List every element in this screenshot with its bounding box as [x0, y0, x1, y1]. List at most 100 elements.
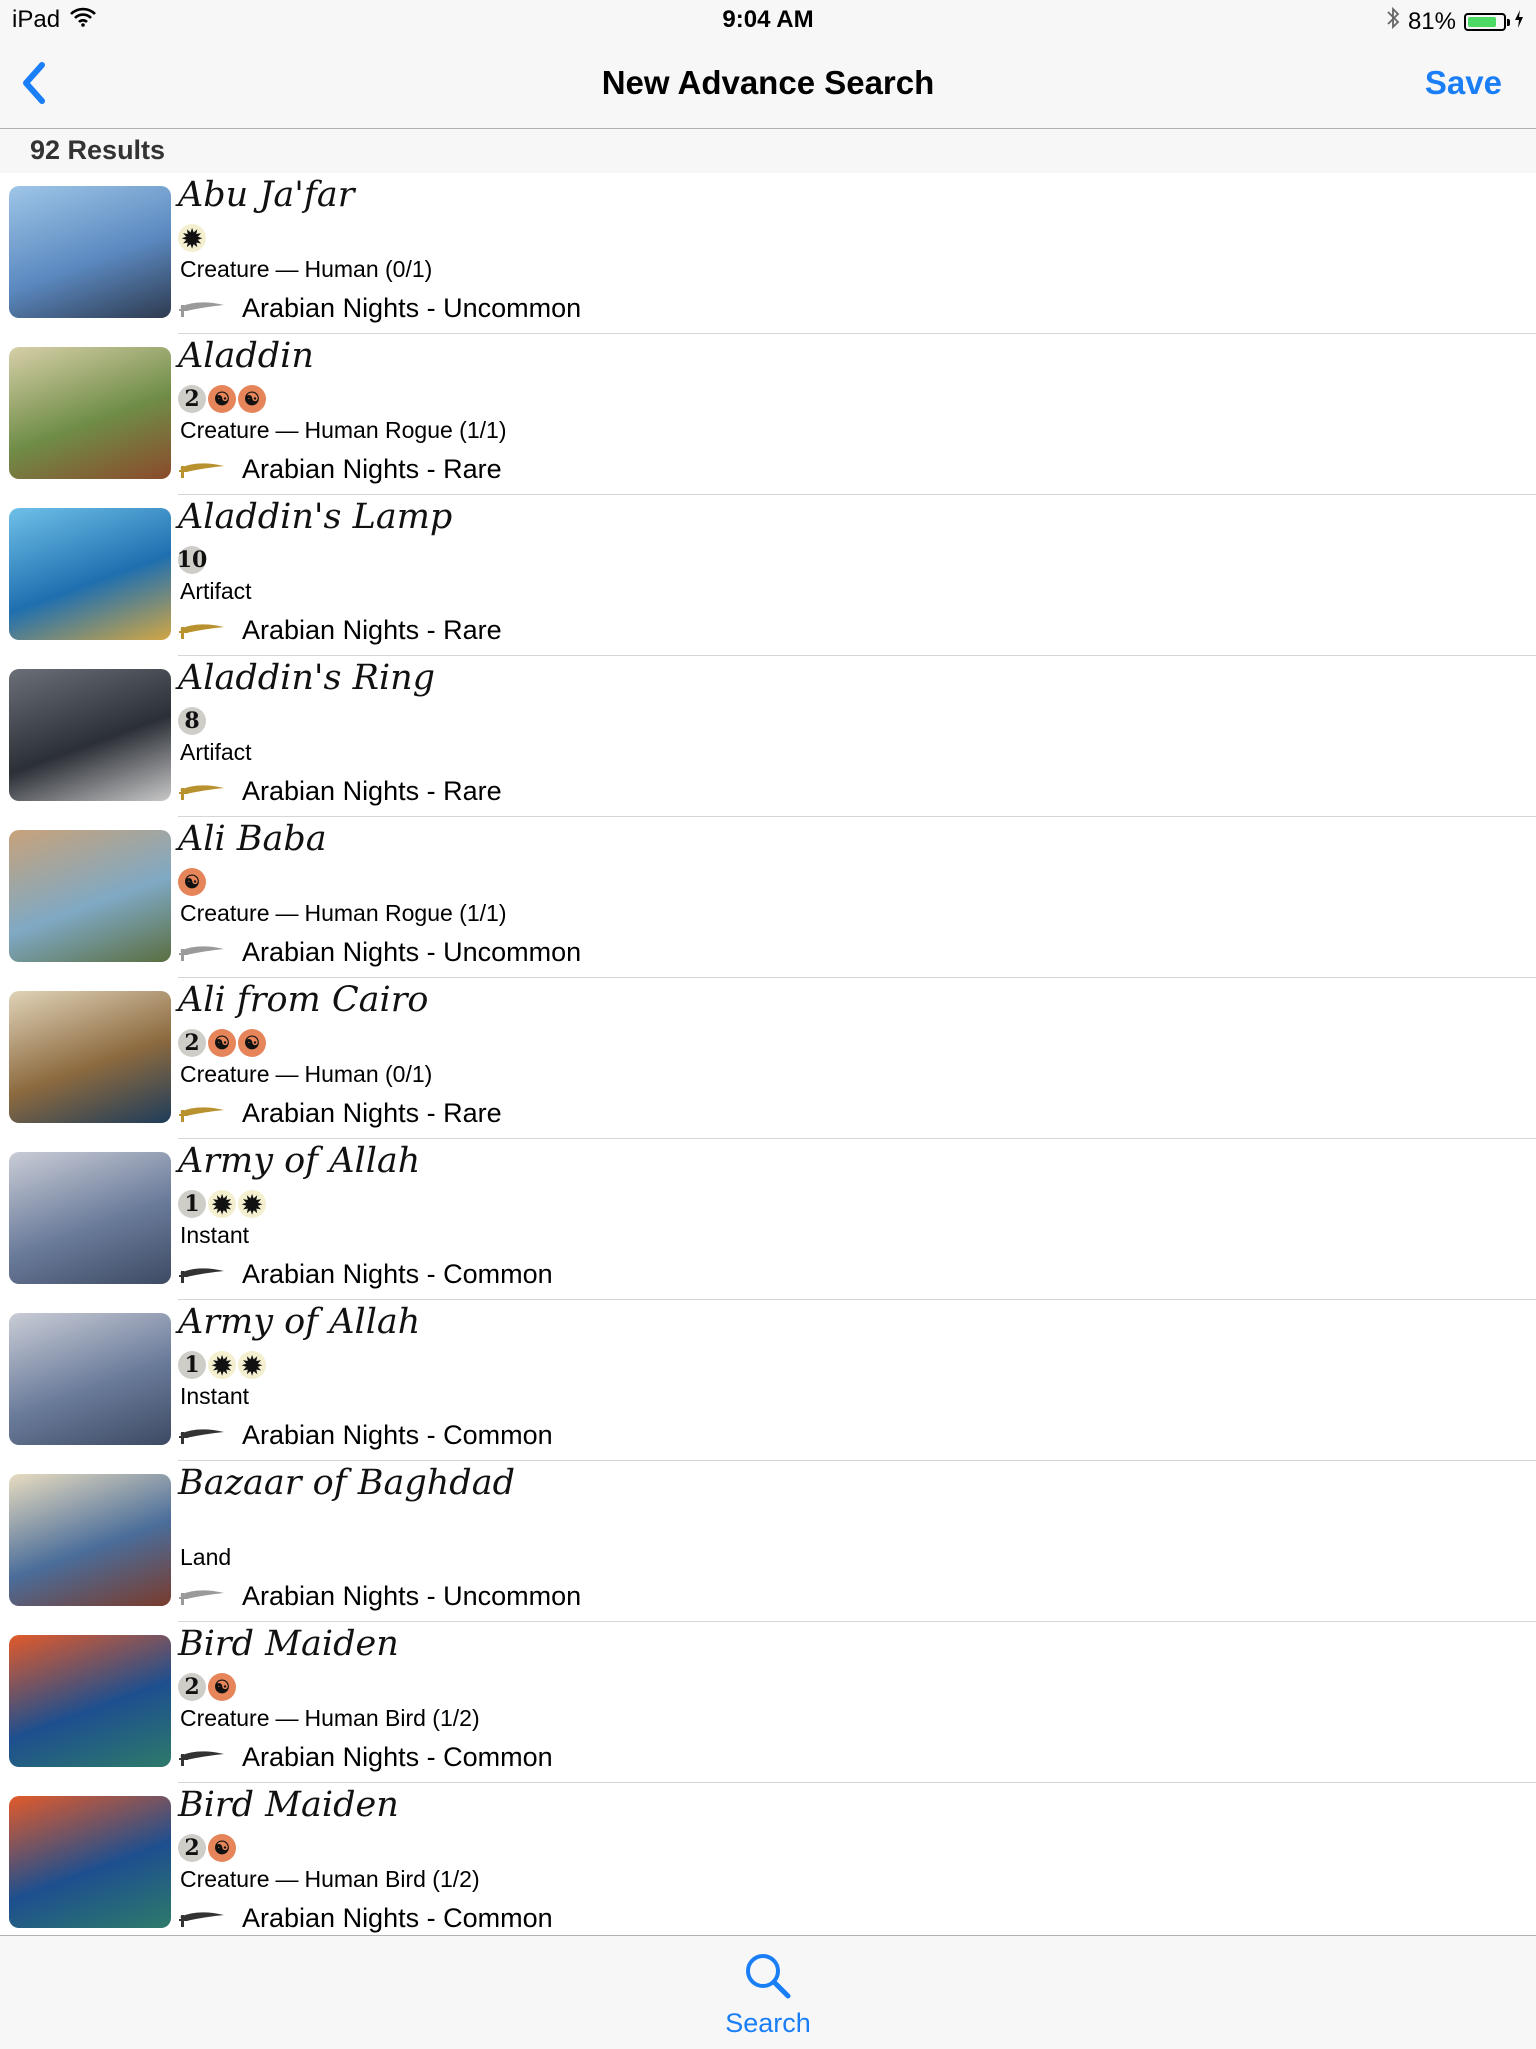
set-line: Arabian Nights - Rare	[178, 776, 502, 807]
gold-scimitar-icon	[178, 1102, 226, 1126]
red-mana-icon: ☯	[238, 385, 266, 413]
list-item[interactable]: Ali Baba ☯ Creature — Human Rogue (1/1) Arabi…	[9, 817, 1536, 978]
generic-mana-symbol: 10	[176, 546, 208, 574]
card-type: Creature	[180, 417, 270, 443]
card-subtype: Human (0/1)	[304, 1061, 433, 1087]
set-rarity: Arabian Nights - Rare	[242, 454, 502, 484]
tab-bar: Search	[0, 1935, 1536, 2049]
page-title: New Advance Search	[601, 64, 935, 101]
gold-scimitar-icon	[178, 780, 226, 804]
card-name: Aladdin's Lamp	[178, 497, 453, 537]
type-separator: —	[275, 256, 299, 282]
set-rarity: Arabian Nights - Rare	[242, 1098, 502, 1128]
list-item[interactable]: Abu Ja'far ✹ Creature — Human (0/1) Arabian N…	[9, 173, 1536, 334]
type-line: Instant	[180, 1222, 249, 1249]
card-name: Bird Maiden	[178, 1785, 399, 1825]
save-button[interactable]: Save	[1425, 64, 1502, 102]
red-mana-icon: ☯	[208, 1029, 236, 1057]
type-line: Creature — Human Rogue (1/1)	[180, 417, 506, 444]
list-item[interactable]: Bird Maiden 2 ☯ Creature — Human Bird (1/2) Ar…	[9, 1783, 1536, 1935]
search-icon	[746, 1954, 791, 1999]
list-item[interactable]: Ali from Cairo 2 ☯ ☯ Creature — Human (0/1) Ara…	[9, 978, 1536, 1139]
set-rarity: Arabian Nights - Uncommon	[242, 293, 582, 323]
card-name: Ali Baba	[178, 819, 327, 859]
set-rarity: Arabian Nights - Rare	[242, 776, 502, 806]
card-art-thumbnail	[9, 347, 171, 479]
white-mana-icon: ✹	[208, 1351, 236, 1380]
status-time: 9:04 AM	[722, 6, 814, 33]
battery-icon	[1464, 12, 1510, 31]
set-line: Arabian Nights - Uncommon	[178, 293, 581, 324]
card-type: Creature	[180, 1705, 270, 1731]
card-subtype: Human Rogue (1/1)	[304, 900, 507, 926]
mana-cost: ☯	[178, 865, 206, 899]
red-mana-icon: ☯	[208, 1673, 236, 1701]
card-art-thumbnail	[9, 669, 171, 801]
card-name: Abu Ja'far	[178, 175, 355, 215]
type-line: Creature — Human Bird (1/2)	[180, 1705, 480, 1732]
black-scimitar-icon	[178, 1263, 226, 1287]
mana-cost: 1 ✹ ✹	[178, 1348, 266, 1382]
card-subtype: Human (0/1)	[304, 256, 433, 282]
card-type: Creature	[180, 256, 270, 282]
generic-mana-symbol: 1	[178, 1190, 206, 1218]
results-count: 92 Results	[30, 135, 166, 165]
set-line: Arabian Nights - Common	[178, 1259, 553, 1290]
gold-scimitar-icon	[178, 458, 226, 482]
battery-percent: 81%	[1407, 7, 1456, 35]
card-art-thumbnail	[9, 1635, 171, 1767]
type-line: Artifact	[180, 578, 252, 605]
navigation-bar: New Advance Search Save	[0, 40, 1536, 129]
card-name: Bird Maiden	[178, 1624, 399, 1664]
card-results-list[interactable]: Abu Ja'far ✹ Creature — Human (0/1) Arabian N…	[0, 173, 1536, 1935]
silver-scimitar-icon	[178, 297, 226, 321]
set-rarity: Arabian Nights - Common	[242, 1420, 553, 1450]
type-separator: —	[275, 1061, 299, 1087]
mana-cost: 2 ☯ ☯	[178, 1026, 266, 1060]
bluetooth-icon	[1386, 6, 1400, 37]
card-type: Creature	[180, 900, 270, 926]
red-mana-icon: ☯	[178, 868, 206, 896]
set-rarity: Arabian Nights - Uncommon	[242, 1581, 582, 1611]
list-item[interactable]: Army of Allah 1 ✹ ✹ Instant Arabian Nights - …	[9, 1300, 1536, 1461]
silver-scimitar-icon	[178, 941, 226, 965]
set-rarity: Arabian Nights - Rare	[242, 615, 502, 645]
mana-cost: 2 ☯	[178, 1670, 236, 1704]
card-type: Instant	[180, 1222, 250, 1248]
mana-cost: 8	[178, 704, 206, 738]
set-line: Arabian Nights - Rare	[178, 1098, 502, 1129]
type-line: Instant	[180, 1383, 249, 1410]
card-type: Creature	[180, 1061, 270, 1087]
tab-search-label: Search	[725, 2008, 811, 2038]
results-header: 92 Results	[0, 129, 1536, 173]
list-item[interactable]: Army of Allah 1 ✹ ✹ Instant Arabian Nights - …	[9, 1139, 1536, 1300]
set-line: Arabian Nights - Common	[178, 1420, 553, 1451]
status-bar: iPad 9:04 AM 81%	[0, 0, 1536, 40]
set-rarity: Arabian Nights - Common	[242, 1903, 553, 1933]
list-item[interactable]: Bird Maiden 2 ☯ Creature — Human Bird (1/2) Ar…	[9, 1622, 1536, 1783]
generic-mana-symbol: 2	[178, 1029, 206, 1057]
set-line: Arabian Nights - Common	[178, 1742, 553, 1773]
white-mana-icon: ✹	[208, 1190, 236, 1219]
tab-search[interactable]: Search	[700, 1942, 836, 2042]
type-separator: —	[275, 417, 299, 443]
card-type: Creature	[180, 1866, 270, 1892]
generic-mana-symbol: 2	[178, 385, 206, 413]
type-separator: —	[275, 1705, 299, 1731]
list-item[interactable]: Aladdin's Ring 8 Artifact Arabian Nights - …	[9, 656, 1536, 817]
battery-fill	[1468, 16, 1496, 27]
card-art-thumbnail	[9, 1796, 171, 1928]
type-line: Creature — Human Bird (1/2)	[180, 1866, 480, 1893]
mana-cost: ✹	[178, 221, 206, 255]
mana-cost: 2 ☯ ☯	[178, 382, 266, 416]
black-scimitar-icon	[178, 1424, 226, 1448]
type-line: Creature — Human Rogue (1/1)	[180, 900, 506, 927]
list-item[interactable]: Aladdin's Lamp 10 Artifact Arabian Nights -…	[9, 495, 1536, 656]
list-item[interactable]: Bazaar of Baghdad Land Arabian Nights - Un…	[9, 1461, 1536, 1622]
list-item[interactable]: Aladdin 2 ☯ ☯ Creature — Human Rogue (1/1) Arab…	[9, 334, 1536, 495]
set-line: Arabian Nights - Uncommon	[178, 937, 581, 968]
set-line: Arabian Nights - Rare	[178, 454, 502, 485]
set-rarity: Arabian Nights - Uncommon	[242, 937, 582, 967]
type-line: Creature — Human (0/1)	[180, 256, 432, 283]
card-art-thumbnail	[9, 1313, 171, 1445]
